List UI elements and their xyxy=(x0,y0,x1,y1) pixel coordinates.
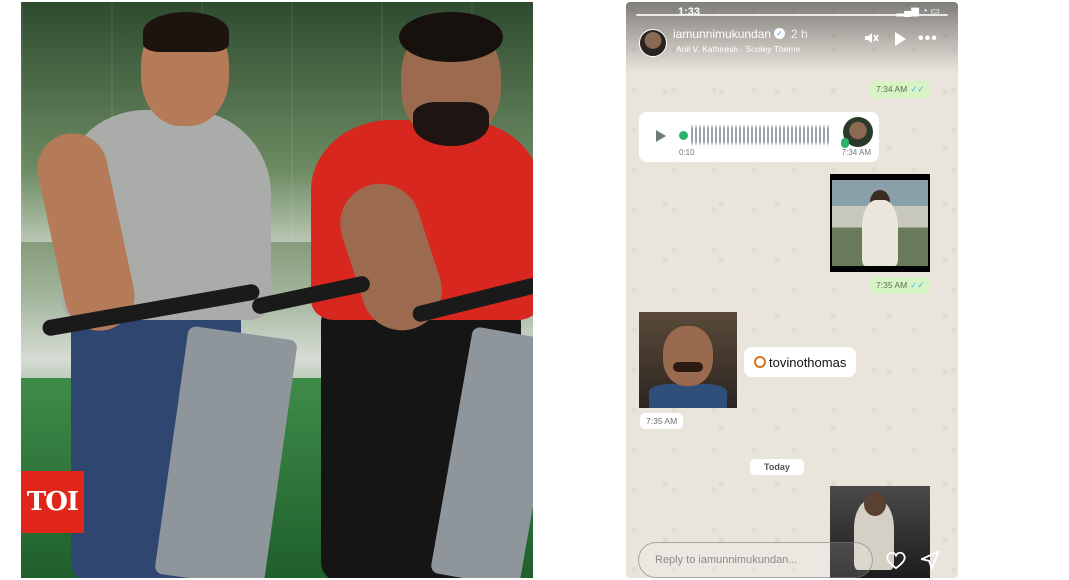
more-icon[interactable]: ••• xyxy=(918,30,938,48)
person-right-beard xyxy=(413,102,489,146)
date-divider: Today xyxy=(750,459,804,475)
gym-photo xyxy=(21,2,533,578)
toi-logo: TOI xyxy=(21,471,84,533)
read-ticks-icon: ✓✓ xyxy=(910,280,925,290)
story-music-label[interactable]: Anil V. Kathiresh · Sooley Theme xyxy=(676,44,800,54)
image-scene xyxy=(832,180,928,266)
verified-icon: ✓ xyxy=(774,28,785,39)
sticker-face xyxy=(663,326,713,386)
message-timestamp: 7:34 AM ✓✓ xyxy=(870,81,931,98)
sent-image-message[interactable] xyxy=(830,174,930,272)
status-bar-icons: ▂▄▆ ◔ ▭ xyxy=(896,6,940,17)
voice-message: 0:10 7:34 AM xyxy=(639,112,879,162)
story-time-ago: 2 h xyxy=(791,27,808,41)
sticker-shirt xyxy=(649,384,727,408)
voice-progress-dot[interactable] xyxy=(679,131,688,140)
voice-waveform xyxy=(691,124,831,146)
image-figure xyxy=(862,200,898,266)
article-collage: TOI 1:33 ▂▄▆ ◔ ▭ iamunnimukundan ✓ 2 h A… xyxy=(0,0,1069,580)
play-icon[interactable] xyxy=(895,32,906,46)
voice-timestamp: 7:34 AM xyxy=(841,148,871,157)
person-left-hair xyxy=(143,12,229,52)
image-figure-head xyxy=(864,492,886,516)
story-username[interactable]: iamunnimukundan xyxy=(673,27,771,41)
message-timestamp: 7:35 AM ✓✓ xyxy=(870,277,931,294)
reply-input[interactable]: Reply to iamunnimukundan... xyxy=(638,542,873,578)
profile-avatar[interactable] xyxy=(639,29,667,57)
person-right-hair xyxy=(399,12,503,62)
voice-duration: 0:10 xyxy=(679,148,695,157)
instagram-story-screenshot: 1:33 ▂▄▆ ◔ ▭ iamunnimukundan ✓ 2 h Anil … xyxy=(626,2,958,578)
mention-at-icon xyxy=(754,356,766,368)
message-timestamp: 7:35 AM xyxy=(640,413,684,429)
heart-icon[interactable] xyxy=(885,550,907,570)
read-ticks-icon: ✓✓ xyxy=(910,84,925,94)
mute-icon[interactable] xyxy=(863,30,879,46)
mention-handle: tovinothomas xyxy=(769,354,847,370)
mention-sticker[interactable]: tovinothomas xyxy=(744,347,857,377)
voice-play-icon[interactable] xyxy=(656,130,666,142)
mic-icon xyxy=(841,138,849,148)
sticker-mustache xyxy=(673,362,703,372)
status-bar-time: 1:33 xyxy=(678,6,701,18)
received-sticker-image[interactable] xyxy=(639,312,737,408)
send-icon[interactable] xyxy=(919,549,941,571)
